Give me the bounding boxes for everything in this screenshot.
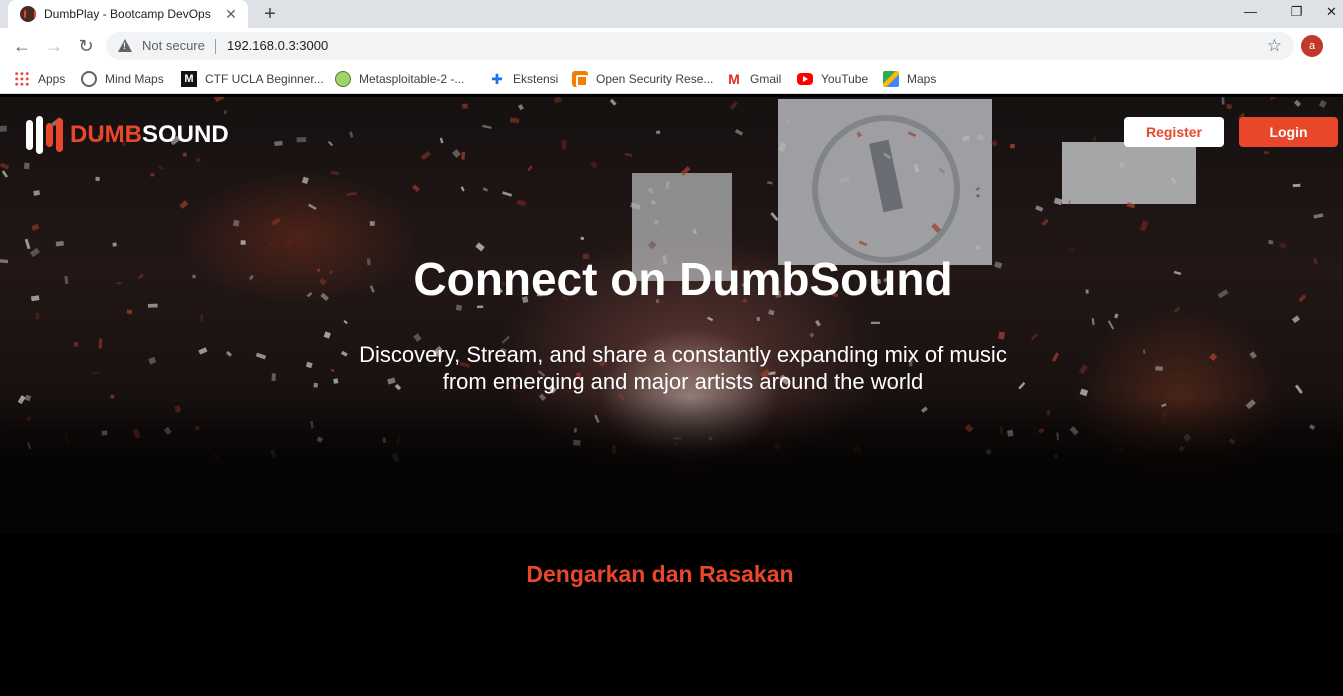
forward-arrow-icon[interactable]: →: [42, 34, 66, 58]
omnibox-divider: [215, 39, 216, 54]
bookmark-label: Metasploitable-2 -...: [359, 72, 465, 86]
bookmark-label: YouTube: [821, 72, 869, 86]
hero-subtitle: Discovery, Stream, and share a constantl…: [300, 341, 1066, 395]
apps-grid-icon: [14, 71, 30, 87]
window-close-button[interactable]: ✕: [1320, 0, 1343, 28]
bookmark-label: Ekstensi: [513, 72, 559, 86]
bookmark-label: Maps: [907, 72, 937, 86]
bookmark-label: Open Security Rese...: [596, 72, 714, 86]
bookmark-youtube[interactable]: YouTube: [797, 68, 868, 90]
bookmark-open-security[interactable]: Open Security Rese...: [572, 68, 713, 90]
medium-icon: M: [181, 71, 197, 87]
bookmark-label: Mind Maps: [105, 72, 164, 86]
url-text[interactable]: 192.168.0.3:3000: [227, 38, 328, 53]
logo-word-sound: SOUND: [142, 121, 229, 148]
browser-tab-active[interactable]: DumbPlay - Bootcamp DevOps ✕: [8, 0, 248, 28]
back-arrow-icon[interactable]: ←: [10, 34, 34, 58]
security-status[interactable]: Not secure: [142, 38, 205, 53]
bookmark-mind-maps[interactable]: Mind Maps: [81, 68, 164, 90]
bookmark-label: Gmail: [750, 72, 782, 86]
bookmark-label: Apps: [38, 72, 66, 86]
bookmark-label: CTF UCLA Beginner...: [205, 72, 324, 86]
hero-subtitle-line2: from emerging and major artists around t…: [442, 369, 924, 394]
site-logo[interactable]: DUMBSOUND: [26, 116, 229, 154]
equalizer-logo-icon: [26, 116, 66, 154]
logo-word-dumb: DUMB: [70, 121, 142, 148]
globe-icon: [81, 71, 97, 87]
browser-tab-strip: DumbPlay - Bootcamp DevOps ✕ + — ❐ ✕: [0, 0, 1343, 28]
maps-icon: [883, 71, 899, 87]
bookmark-maps[interactable]: Maps: [883, 68, 936, 90]
tab-title: DumbPlay - Bootcamp DevOps: [44, 7, 211, 21]
site-favicon-icon: [20, 6, 36, 22]
address-bar[interactable]: Not secure 192.168.0.3:3000 ☆: [106, 32, 1294, 60]
crowd-silhouette: [0, 397, 1343, 534]
hero-title: Connect on DumbSound: [413, 253, 953, 305]
login-button[interactable]: Login: [1239, 117, 1338, 147]
logo-wordmark: DUMBSOUND: [70, 121, 229, 149]
bookmark-star-icon[interactable]: ☆: [1267, 36, 1282, 56]
browser-toolbar: ← → ↻ Not secure 192.168.0.3:3000 ☆ a: [0, 28, 1343, 64]
bookmarks-bar: Apps Mind Maps M CTF UCLA Beginner... Me…: [0, 64, 1343, 94]
bookmark-metasploitable[interactable]: Metasploitable-2 -...: [335, 68, 464, 90]
section-title: Dengarkan dan Rasakan: [526, 561, 794, 587]
profile-avatar[interactable]: a: [1301, 35, 1323, 57]
gmail-icon: M: [728, 71, 740, 87]
hero-banner: DUMBSOUND Register Login Connect on Dumb…: [0, 97, 1343, 534]
hero-subtitle-line1: Discovery, Stream, and share a constantl…: [359, 342, 1007, 367]
page-content: DUMBSOUND Register Login Connect on Dumb…: [0, 97, 1343, 696]
blogger-icon: [572, 71, 588, 87]
window-restore-button[interactable]: ❐: [1274, 0, 1319, 28]
youtube-icon: [797, 73, 813, 85]
bookmark-ctf-ucla[interactable]: M CTF UCLA Beginner...: [181, 68, 324, 90]
warning-triangle-icon[interactable]: [118, 39, 132, 52]
window-minimize-button[interactable]: —: [1228, 0, 1273, 28]
new-tab-button[interactable]: +: [258, 2, 282, 26]
puzzle-icon: ✚: [491, 71, 503, 87]
metasploit-icon: [335, 71, 351, 87]
register-button[interactable]: Register: [1124, 117, 1224, 147]
bookmark-ekstensi[interactable]: ✚ Ekstensi: [489, 68, 558, 90]
close-tab-icon[interactable]: ✕: [222, 5, 240, 23]
bookmark-apps[interactable]: Apps: [14, 68, 65, 90]
reload-icon[interactable]: ↻: [74, 34, 98, 58]
bookmark-gmail[interactable]: M Gmail: [726, 68, 781, 90]
